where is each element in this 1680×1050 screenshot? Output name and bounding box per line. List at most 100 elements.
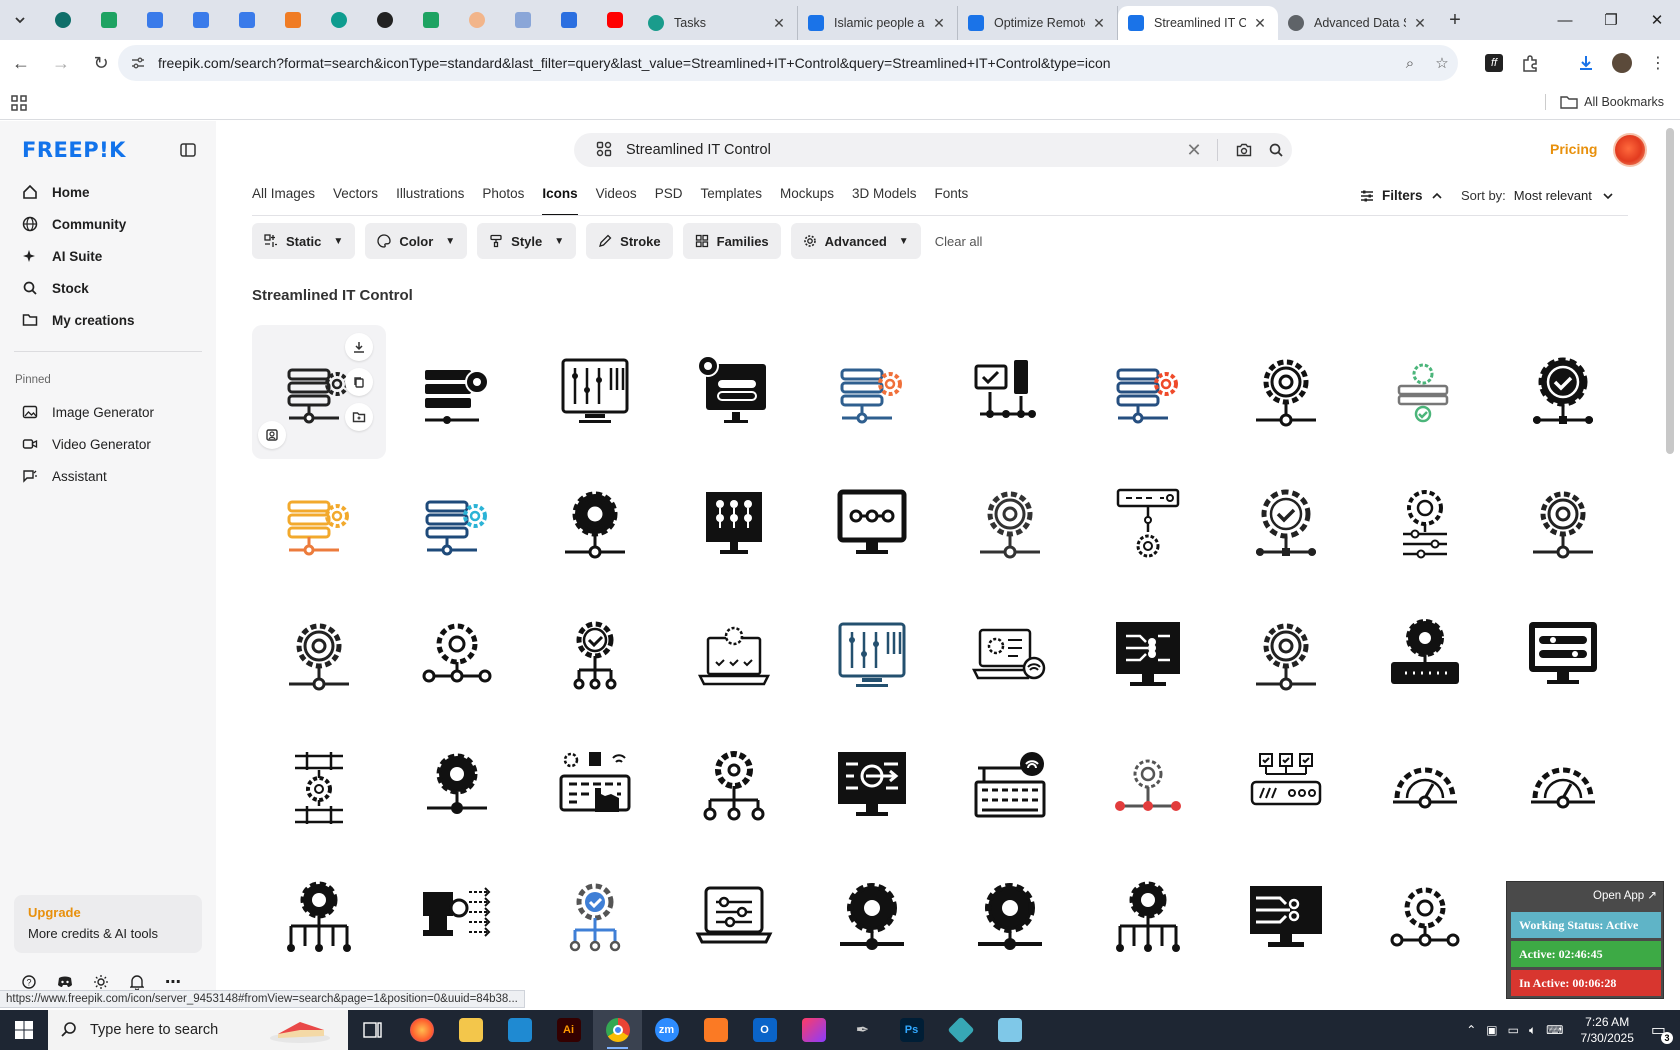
filters-toggle[interactable]: Filters (1360, 188, 1443, 203)
icon-result[interactable] (1496, 457, 1630, 591)
icon-result[interactable] (1219, 853, 1353, 987)
tab-photos[interactable]: Photos (482, 186, 524, 216)
open-app-link[interactable]: Open App ↗ (1593, 888, 1657, 902)
keyboard-icon[interactable]: ⌨︎ (1546, 1023, 1563, 1037)
new-tab-button[interactable]: + (1438, 3, 1472, 37)
icon-result[interactable] (1081, 325, 1215, 459)
icon-result[interactable] (667, 853, 801, 987)
pinned-tab[interactable] (186, 5, 216, 35)
download-icon[interactable] (345, 333, 373, 361)
icon-result[interactable] (528, 325, 662, 459)
tab-fonts[interactable]: Fonts (935, 186, 969, 216)
notification-icon[interactable]: ▭ 3 (1651, 1020, 1673, 1044)
taskbar-photoshop[interactable]: Ps (887, 1010, 936, 1050)
pinned-tab[interactable] (370, 5, 400, 35)
chip-static[interactable]: Static ▼ (252, 223, 356, 259)
tab-all-images[interactable]: All Images (252, 186, 315, 216)
taskbar-file-explorer[interactable] (446, 1010, 495, 1050)
all-bookmarks-button[interactable]: All Bookmarks (1545, 94, 1664, 110)
icon-result[interactable] (1219, 457, 1353, 591)
icon-result[interactable] (528, 853, 662, 987)
sidebar-item-stock[interactable]: Stock (14, 273, 204, 303)
url-bar[interactable]: freepik.com/search?format=search&iconTyp… (118, 45, 1458, 81)
freepik-logo[interactable]: FREEP!K (22, 138, 126, 162)
chip-advanced[interactable]: Advanced ▼ (790, 223, 921, 259)
upgrade-card[interactable]: Upgrade More credits & AI tools (14, 895, 202, 953)
icon-result[interactable] (1496, 589, 1630, 723)
apps-grid-icon[interactable] (10, 94, 28, 115)
close-icon[interactable]: ✕ (1091, 15, 1107, 32)
pinned-tab[interactable] (140, 5, 170, 35)
icon-result[interactable] (1496, 325, 1630, 459)
icon-result[interactable] (943, 457, 1077, 591)
icon-result[interactable] (252, 589, 386, 723)
clear-all-button[interactable]: Clear all (935, 234, 983, 249)
copy-icon[interactable] (345, 368, 373, 396)
tab-templates[interactable]: Templates (700, 186, 762, 216)
icon-result[interactable] (252, 721, 386, 855)
restore-icon[interactable]: ❐ (1588, 0, 1634, 40)
taskbar-firefox[interactable] (397, 1010, 446, 1050)
icon-result[interactable] (1358, 457, 1492, 591)
icon-result[interactable] (1358, 325, 1492, 459)
task-view-button[interactable] (348, 1010, 397, 1050)
tab-3d-models[interactable]: 3D Models (852, 186, 917, 216)
taskbar-creative-cloud[interactable] (789, 1010, 838, 1050)
pinned-tab[interactable] (278, 5, 308, 35)
download-icon[interactable] (1568, 48, 1604, 78)
sidebar-item-community[interactable]: Community (14, 209, 204, 239)
sidebar-item-my-creations[interactable]: My creations (14, 305, 204, 335)
icon-result[interactable] (390, 853, 524, 987)
icon-result[interactable] (943, 325, 1077, 459)
icon-result[interactable] (528, 457, 662, 591)
forward-button[interactable]: → (42, 45, 80, 81)
icon-result[interactable] (1219, 589, 1353, 723)
taskbar-zoom[interactable]: zm (642, 1010, 691, 1050)
user-avatar[interactable] (1613, 133, 1647, 167)
bell-icon[interactable] (128, 973, 146, 991)
pinned-tab[interactable] (232, 5, 262, 35)
tab-vectors[interactable]: Vectors (333, 186, 378, 216)
browser-tab[interactable]: Optimize Remote ✕ (958, 6, 1118, 40)
pinned-tab[interactable] (554, 5, 584, 35)
tab-psd[interactable]: PSD (655, 186, 683, 216)
sidebar-toggle-icon[interactable] (180, 143, 196, 160)
icon-result[interactable] (1081, 589, 1215, 723)
chip-color[interactable]: Color ▼ (365, 223, 468, 259)
taskbar-pen-tool[interactable]: ✒ (838, 1010, 887, 1050)
icon-result[interactable] (390, 457, 524, 591)
pinned-tab[interactable] (416, 5, 446, 35)
taskbar-app[interactable] (936, 1010, 985, 1050)
search-bar[interactable]: Streamlined IT Control ✕ (574, 133, 1292, 167)
camera-search-icon[interactable] (1228, 143, 1260, 157)
pinned-tab[interactable] (48, 5, 78, 35)
taskbar-vscode[interactable] (495, 1010, 544, 1050)
sort-dropdown[interactable]: Sort by: Most relevant (1461, 188, 1614, 203)
pinned-tab[interactable] (508, 5, 538, 35)
icon-result[interactable] (943, 589, 1077, 723)
theme-sun-icon[interactable] (92, 973, 110, 991)
icon-result[interactable] (1081, 721, 1215, 855)
icon-result[interactable] (1081, 853, 1215, 987)
icon-result[interactable] (805, 853, 939, 987)
tab-illustrations[interactable]: Illustrations (396, 186, 464, 216)
screen-icon[interactable]: ▣ (1486, 1023, 1497, 1037)
pinned-tab[interactable] (462, 5, 492, 35)
taskbar-clock[interactable]: 7:26 AM 7/30/2025 (1580, 1014, 1633, 1046)
browser-tab[interactable]: Advanced Data S ✕ (1278, 6, 1438, 40)
icon-result[interactable] (805, 325, 939, 459)
icon-result[interactable] (390, 325, 524, 459)
icon-result[interactable] (667, 589, 801, 723)
icon-result[interactable] (1358, 589, 1492, 723)
add-collection-icon[interactable] (345, 403, 373, 431)
close-icon[interactable]: ✕ (771, 15, 787, 32)
clear-search-icon[interactable]: ✕ (1181, 140, 1207, 161)
tab-search-button[interactable] (0, 0, 40, 40)
taskbar-xampp[interactable] (691, 1010, 740, 1050)
pinned-tab[interactable] (94, 5, 124, 35)
taskbar-notes[interactable] (985, 1010, 1034, 1050)
edit-image-icon[interactable] (258, 421, 286, 449)
pricing-link[interactable]: Pricing (1550, 141, 1597, 157)
sidebar-item-home[interactable]: Home (14, 177, 204, 207)
close-window-icon[interactable]: ✕ (1634, 0, 1680, 40)
